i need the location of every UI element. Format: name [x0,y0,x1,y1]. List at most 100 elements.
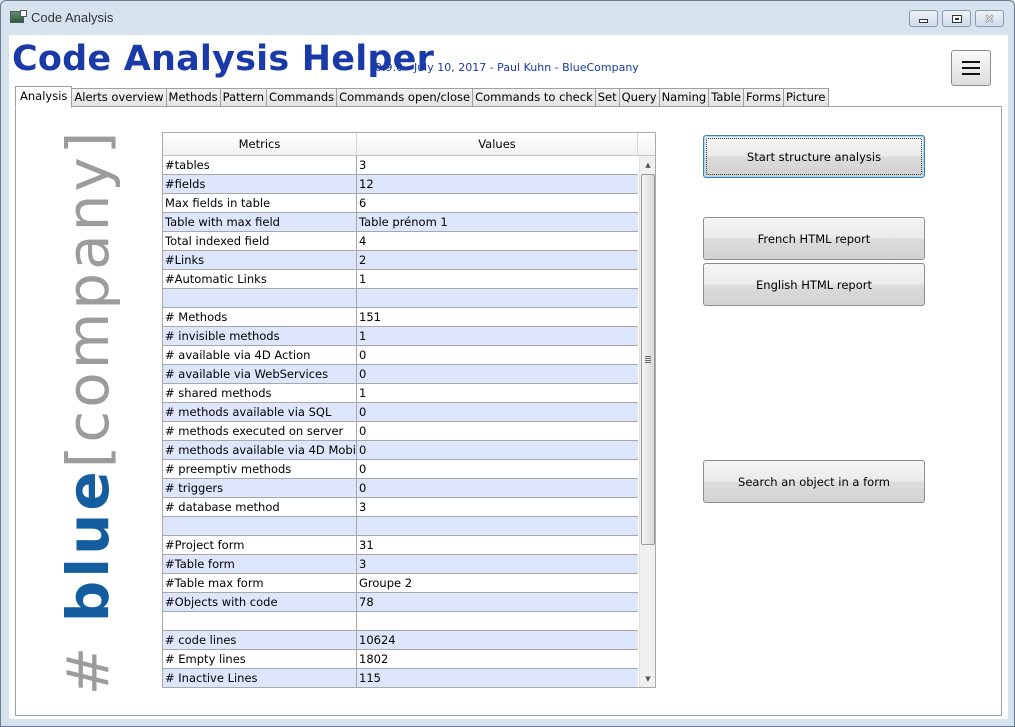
close-button[interactable]: ✕ [975,10,1004,27]
value-cell[interactable]: 0 [357,460,638,478]
metric-cell[interactable] [163,517,357,535]
metric-cell[interactable]: Max fields in table [163,194,357,212]
table-row[interactable]: # Methods 151 [163,308,638,327]
value-cell[interactable] [357,517,638,535]
table-row[interactable]: # methods available via SQL 0 [163,403,638,422]
table-row[interactable]: # available via WebServices 0 [163,365,638,384]
tab-query[interactable]: Query [619,88,660,107]
table-row[interactable]: # invisible methods 1 [163,327,638,346]
value-cell[interactable]: 10624 [357,631,638,649]
metrics-grid[interactable]: Metrics Values #tables 3 #fields 12 Max fiel… [162,132,656,688]
value-cell[interactable]: 31 [357,536,638,554]
metric-cell[interactable]: # methods available via SQL [163,403,357,421]
table-row[interactable]: Max fields in table 6 [163,194,638,213]
value-cell[interactable]: 78 [357,593,638,611]
metric-cell[interactable]: #Project form [163,536,357,554]
scroll-up-arrow-icon[interactable]: ▲ [640,156,655,173]
grid-vertical-scrollbar[interactable]: ▲ ▼ [639,156,655,687]
metric-cell[interactable]: # code lines [163,631,357,649]
value-cell[interactable]: 0 [357,422,638,440]
metric-cell[interactable]: #fields [163,175,357,193]
tab-alerts-overview[interactable]: Alerts overview [72,88,167,107]
metric-cell[interactable]: # shared methods [163,384,357,402]
value-cell[interactable]: Table prénom 1 [357,213,638,231]
value-cell[interactable]: 12 [357,175,638,193]
tab-pattern[interactable]: Pattern [220,88,268,107]
table-row[interactable]: # triggers 0 [163,479,638,498]
start-structure-analysis-button[interactable]: Start structure analysis [703,135,925,178]
english-html-report-button[interactable]: English HTML report [703,263,925,306]
table-row[interactable]: Total indexed field 4 [163,232,638,251]
metric-cell[interactable]: #Objects with code [163,593,357,611]
metric-cell[interactable] [163,289,357,307]
table-row[interactable]: # shared methods 1 [163,384,638,403]
table-row[interactable] [163,612,638,631]
metric-cell[interactable]: # available via WebServices [163,365,357,383]
tab-forms[interactable]: Forms [743,88,784,107]
value-cell[interactable] [357,289,638,307]
metric-cell[interactable]: #Table max form [163,574,357,592]
value-cell[interactable]: 2 [357,251,638,269]
tab-methods[interactable]: Methods [166,88,221,107]
metric-cell[interactable]: # database method [163,498,357,516]
metric-cell[interactable]: # invisible methods [163,327,357,345]
value-cell[interactable]: 0 [357,479,638,497]
metric-cell[interactable]: # Methods [163,308,357,326]
metric-cell[interactable]: # methods available via 4D Mobile [163,441,357,459]
tab-commands-to-check[interactable]: Commands to check [473,88,596,107]
value-cell[interactable]: 0 [357,441,638,459]
value-cell[interactable]: 4 [357,232,638,250]
column-header-values[interactable]: Values [357,133,638,155]
value-cell[interactable]: 1 [357,327,638,345]
table-row[interactable]: #tables 3 [163,156,638,175]
table-row[interactable]: # Inactive Lines 115 [163,669,638,687]
table-row[interactable]: #Objects with code 78 [163,593,638,612]
scroll-down-arrow-icon[interactable]: ▼ [640,670,655,687]
table-row[interactable]: #Automatic Links 1 [163,270,638,289]
value-cell[interactable]: 3 [357,498,638,516]
table-row[interactable]: # methods available via 4D Mobile 0 [163,441,638,460]
metric-cell[interactable]: Table with max field [163,213,357,231]
value-cell[interactable]: 115 [357,669,638,687]
table-row[interactable]: # methods executed on server 0 [163,422,638,441]
table-row[interactable]: #Table form 3 [163,555,638,574]
metric-cell[interactable]: #Links [163,251,357,269]
table-row[interactable] [163,517,638,536]
title-bar[interactable]: Code Analysis ✕ [1,1,1014,35]
table-row[interactable]: # Empty lines 1802 [163,650,638,669]
value-cell[interactable]: 3 [357,156,638,174]
metric-cell[interactable]: #tables [163,156,357,174]
metric-cell[interactable]: #Table form [163,555,357,573]
value-cell[interactable]: 6 [357,194,638,212]
metric-cell[interactable]: # Inactive Lines [163,669,357,687]
column-header-metrics[interactable]: Metrics [163,133,357,155]
scrollbar-thumb[interactable] [641,174,655,545]
table-row[interactable] [163,289,638,308]
french-html-report-button[interactable]: French HTML report [703,217,925,260]
table-row[interactable]: #fields 12 [163,175,638,194]
metric-cell[interactable]: # methods executed on server [163,422,357,440]
value-cell[interactable]: 3 [357,555,638,573]
metric-cell[interactable]: #Automatic Links [163,270,357,288]
metric-cell[interactable]: # triggers [163,479,357,497]
table-row[interactable]: # database method 3 [163,498,638,517]
value-cell[interactable]: 0 [357,365,638,383]
hamburger-menu-button[interactable] [951,50,991,86]
value-cell[interactable]: 1 [357,384,638,402]
table-row[interactable]: # code lines 10624 [163,631,638,650]
table-row[interactable]: #Links 2 [163,251,638,270]
metric-cell[interactable]: # Empty lines [163,650,357,668]
value-cell[interactable]: 151 [357,308,638,326]
maximize-button[interactable] [942,10,971,27]
tab-commands-open-close[interactable]: Commands open/close [337,88,474,107]
metric-cell[interactable]: # available via 4D Action [163,346,357,364]
value-cell[interactable]: Groupe 2 [357,574,638,592]
table-row[interactable]: # preemptiv methods 0 [163,460,638,479]
value-cell[interactable]: 0 [357,403,638,421]
tab-picture[interactable]: Picture [783,88,829,107]
search-object-in-form-button[interactable]: Search an object in a form [703,460,925,503]
metric-cell[interactable]: # preemptiv methods [163,460,357,478]
minimize-button[interactable] [909,10,938,27]
value-cell[interactable] [357,612,638,630]
tab-table[interactable]: Table [709,88,744,107]
